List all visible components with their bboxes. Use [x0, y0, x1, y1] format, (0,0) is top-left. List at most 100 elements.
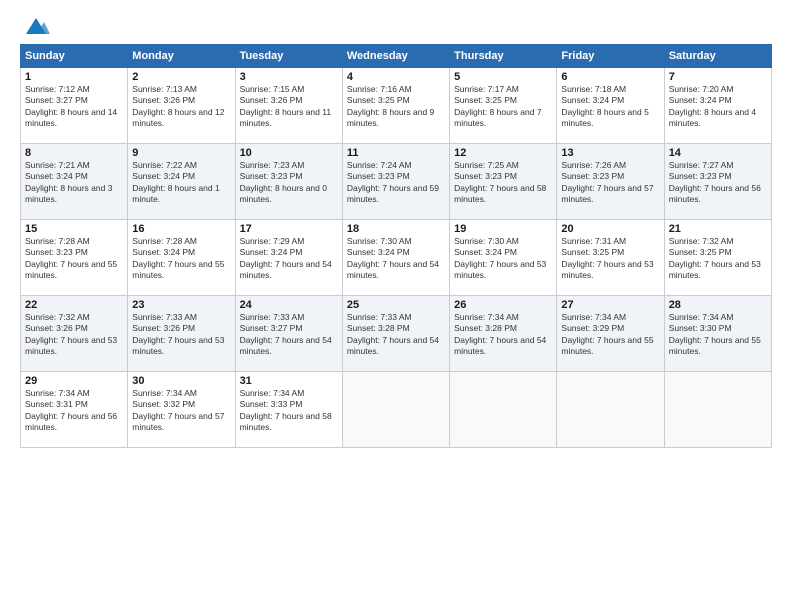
- calendar-cell: [342, 372, 449, 448]
- calendar-cell: 7 Sunrise: 7:20 AM Sunset: 3:24 PM Dayli…: [664, 68, 771, 144]
- calendar-cell: [450, 372, 557, 448]
- day-number: 16: [132, 223, 230, 235]
- day-info: Sunrise: 7:32 AM Sunset: 3:26 PM Dayligh…: [25, 312, 123, 358]
- day-number: 31: [240, 375, 338, 387]
- calendar-table: SundayMondayTuesdayWednesdayThursdayFrid…: [20, 44, 772, 448]
- calendar-cell: 21 Sunrise: 7:32 AM Sunset: 3:25 PM Dayl…: [664, 220, 771, 296]
- day-number: 30: [132, 375, 230, 387]
- calendar-cell: 13 Sunrise: 7:26 AM Sunset: 3:23 PM Dayl…: [557, 144, 664, 220]
- calendar-cell: 26 Sunrise: 7:34 AM Sunset: 3:28 PM Dayl…: [450, 296, 557, 372]
- calendar-cell: 24 Sunrise: 7:33 AM Sunset: 3:27 PM Dayl…: [235, 296, 342, 372]
- calendar-header-row: SundayMondayTuesdayWednesdayThursdayFrid…: [21, 45, 772, 68]
- calendar-cell: 14 Sunrise: 7:27 AM Sunset: 3:23 PM Dayl…: [664, 144, 771, 220]
- day-number: 4: [347, 71, 445, 83]
- day-info: Sunrise: 7:15 AM Sunset: 3:26 PM Dayligh…: [240, 84, 338, 130]
- calendar-cell: 9 Sunrise: 7:22 AM Sunset: 3:24 PM Dayli…: [128, 144, 235, 220]
- calendar-cell: 5 Sunrise: 7:17 AM Sunset: 3:25 PM Dayli…: [450, 68, 557, 144]
- calendar-cell: 10 Sunrise: 7:23 AM Sunset: 3:23 PM Dayl…: [235, 144, 342, 220]
- day-number: 26: [454, 299, 552, 311]
- day-number: 6: [561, 71, 659, 83]
- day-number: 27: [561, 299, 659, 311]
- day-info: Sunrise: 7:30 AM Sunset: 3:24 PM Dayligh…: [347, 236, 445, 282]
- day-info: Sunrise: 7:12 AM Sunset: 3:27 PM Dayligh…: [25, 84, 123, 130]
- day-info: Sunrise: 7:13 AM Sunset: 3:26 PM Dayligh…: [132, 84, 230, 130]
- calendar-cell: 11 Sunrise: 7:24 AM Sunset: 3:23 PM Dayl…: [342, 144, 449, 220]
- day-info: Sunrise: 7:33 AM Sunset: 3:28 PM Dayligh…: [347, 312, 445, 358]
- calendar-cell: 12 Sunrise: 7:25 AM Sunset: 3:23 PM Dayl…: [450, 144, 557, 220]
- day-number: 10: [240, 147, 338, 159]
- day-info: Sunrise: 7:34 AM Sunset: 3:30 PM Dayligh…: [669, 312, 767, 358]
- day-info: Sunrise: 7:20 AM Sunset: 3:24 PM Dayligh…: [669, 84, 767, 130]
- calendar-cell: 23 Sunrise: 7:33 AM Sunset: 3:26 PM Dayl…: [128, 296, 235, 372]
- calendar-cell: 1 Sunrise: 7:12 AM Sunset: 3:27 PM Dayli…: [21, 68, 128, 144]
- logo-icon: [22, 16, 50, 38]
- day-number: 13: [561, 147, 659, 159]
- calendar-cell: 2 Sunrise: 7:13 AM Sunset: 3:26 PM Dayli…: [128, 68, 235, 144]
- day-number: 14: [669, 147, 767, 159]
- logo: [20, 16, 50, 34]
- day-number: 7: [669, 71, 767, 83]
- day-number: 21: [669, 223, 767, 235]
- day-number: 2: [132, 71, 230, 83]
- day-number: 8: [25, 147, 123, 159]
- day-info: Sunrise: 7:26 AM Sunset: 3:23 PM Dayligh…: [561, 160, 659, 206]
- calendar-cell: 30 Sunrise: 7:34 AM Sunset: 3:32 PM Dayl…: [128, 372, 235, 448]
- day-info: Sunrise: 7:34 AM Sunset: 3:31 PM Dayligh…: [25, 388, 123, 434]
- calendar-cell: 4 Sunrise: 7:16 AM Sunset: 3:25 PM Dayli…: [342, 68, 449, 144]
- day-number: 12: [454, 147, 552, 159]
- calendar-cell: 22 Sunrise: 7:32 AM Sunset: 3:26 PM Dayl…: [21, 296, 128, 372]
- day-number: 22: [25, 299, 123, 311]
- calendar-cell: 3 Sunrise: 7:15 AM Sunset: 3:26 PM Dayli…: [235, 68, 342, 144]
- calendar-week-3: 15 Sunrise: 7:28 AM Sunset: 3:23 PM Dayl…: [21, 220, 772, 296]
- day-info: Sunrise: 7:31 AM Sunset: 3:25 PM Dayligh…: [561, 236, 659, 282]
- calendar-week-5: 29 Sunrise: 7:34 AM Sunset: 3:31 PM Dayl…: [21, 372, 772, 448]
- day-info: Sunrise: 7:27 AM Sunset: 3:23 PM Dayligh…: [669, 160, 767, 206]
- calendar-cell: 19 Sunrise: 7:30 AM Sunset: 3:24 PM Dayl…: [450, 220, 557, 296]
- day-header-tuesday: Tuesday: [235, 45, 342, 68]
- calendar-body: 1 Sunrise: 7:12 AM Sunset: 3:27 PM Dayli…: [21, 68, 772, 448]
- calendar-week-4: 22 Sunrise: 7:32 AM Sunset: 3:26 PM Dayl…: [21, 296, 772, 372]
- day-info: Sunrise: 7:22 AM Sunset: 3:24 PM Dayligh…: [132, 160, 230, 206]
- day-header-monday: Monday: [128, 45, 235, 68]
- calendar-cell: 25 Sunrise: 7:33 AM Sunset: 3:28 PM Dayl…: [342, 296, 449, 372]
- day-header-saturday: Saturday: [664, 45, 771, 68]
- calendar-week-2: 8 Sunrise: 7:21 AM Sunset: 3:24 PM Dayli…: [21, 144, 772, 220]
- calendar-cell: 6 Sunrise: 7:18 AM Sunset: 3:24 PM Dayli…: [557, 68, 664, 144]
- day-header-wednesday: Wednesday: [342, 45, 449, 68]
- day-number: 24: [240, 299, 338, 311]
- day-number: 1: [25, 71, 123, 83]
- day-number: 23: [132, 299, 230, 311]
- day-number: 19: [454, 223, 552, 235]
- day-info: Sunrise: 7:24 AM Sunset: 3:23 PM Dayligh…: [347, 160, 445, 206]
- day-number: 18: [347, 223, 445, 235]
- day-info: Sunrise: 7:33 AM Sunset: 3:26 PM Dayligh…: [132, 312, 230, 358]
- calendar-cell: 18 Sunrise: 7:30 AM Sunset: 3:24 PM Dayl…: [342, 220, 449, 296]
- day-header-thursday: Thursday: [450, 45, 557, 68]
- day-info: Sunrise: 7:32 AM Sunset: 3:25 PM Dayligh…: [669, 236, 767, 282]
- calendar-cell: 27 Sunrise: 7:34 AM Sunset: 3:29 PM Dayl…: [557, 296, 664, 372]
- day-number: 15: [25, 223, 123, 235]
- day-number: 25: [347, 299, 445, 311]
- day-info: Sunrise: 7:16 AM Sunset: 3:25 PM Dayligh…: [347, 84, 445, 130]
- day-header-friday: Friday: [557, 45, 664, 68]
- calendar-cell: [664, 372, 771, 448]
- day-info: Sunrise: 7:28 AM Sunset: 3:24 PM Dayligh…: [132, 236, 230, 282]
- day-info: Sunrise: 7:18 AM Sunset: 3:24 PM Dayligh…: [561, 84, 659, 130]
- calendar-cell: 20 Sunrise: 7:31 AM Sunset: 3:25 PM Dayl…: [557, 220, 664, 296]
- day-info: Sunrise: 7:30 AM Sunset: 3:24 PM Dayligh…: [454, 236, 552, 282]
- calendar-cell: 17 Sunrise: 7:29 AM Sunset: 3:24 PM Dayl…: [235, 220, 342, 296]
- day-number: 3: [240, 71, 338, 83]
- day-info: Sunrise: 7:25 AM Sunset: 3:23 PM Dayligh…: [454, 160, 552, 206]
- page: SundayMondayTuesdayWednesdayThursdayFrid…: [0, 0, 792, 612]
- day-number: 28: [669, 299, 767, 311]
- day-number: 9: [132, 147, 230, 159]
- day-number: 29: [25, 375, 123, 387]
- day-info: Sunrise: 7:21 AM Sunset: 3:24 PM Dayligh…: [25, 160, 123, 206]
- day-number: 17: [240, 223, 338, 235]
- day-info: Sunrise: 7:34 AM Sunset: 3:32 PM Dayligh…: [132, 388, 230, 434]
- day-info: Sunrise: 7:28 AM Sunset: 3:23 PM Dayligh…: [25, 236, 123, 282]
- day-info: Sunrise: 7:29 AM Sunset: 3:24 PM Dayligh…: [240, 236, 338, 282]
- calendar-cell: 15 Sunrise: 7:28 AM Sunset: 3:23 PM Dayl…: [21, 220, 128, 296]
- header: [20, 16, 772, 34]
- calendar-cell: 29 Sunrise: 7:34 AM Sunset: 3:31 PM Dayl…: [21, 372, 128, 448]
